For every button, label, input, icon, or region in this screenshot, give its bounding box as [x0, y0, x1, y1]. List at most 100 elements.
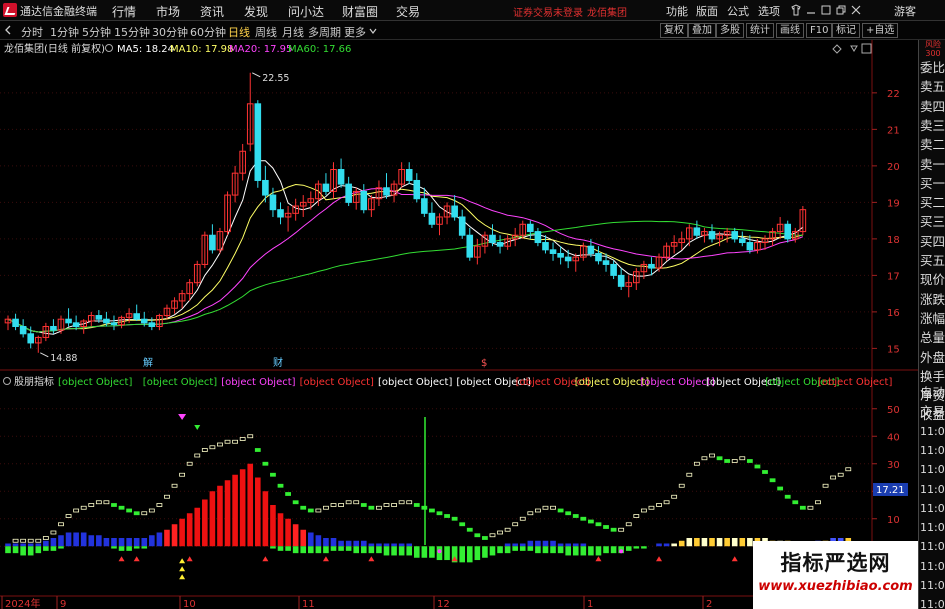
candle[interactable]	[625, 275, 633, 298]
candle[interactable]	[496, 235, 504, 254]
candle[interactable]	[345, 176, 352, 207]
chevron-circle-icon[interactable]	[105, 44, 113, 52]
candle[interactable]	[19, 319, 27, 338]
candle[interactable]	[784, 220, 792, 243]
candle[interactable]	[534, 227, 542, 247]
arrow-left-icon[interactable]	[3, 25, 13, 35]
candle[interactable]	[330, 162, 337, 199]
period-more[interactable]: 更多	[344, 24, 366, 40]
candle[interactable]	[231, 165, 239, 203]
candle[interactable]	[65, 308, 72, 327]
period-timeshare[interactable]: 分时	[21, 24, 43, 40]
candle[interactable]	[466, 227, 474, 261]
candle[interactable]	[337, 158, 345, 188]
candle[interactable]	[216, 227, 224, 254]
candle[interactable]	[292, 198, 299, 221]
menu-wealth-circle[interactable]: 财富圈	[342, 3, 378, 20]
candle[interactable]	[738, 231, 746, 247]
menu-trade[interactable]: 交易	[396, 3, 420, 20]
candle[interactable]	[254, 100, 262, 188]
candle[interactable]	[110, 315, 118, 331]
candle[interactable]	[246, 72, 254, 152]
candle[interactable]	[678, 231, 686, 250]
candle[interactable]	[489, 224, 496, 247]
multi-stock-button[interactable]: 多股	[716, 23, 744, 38]
skin-icon[interactable]	[790, 4, 802, 16]
menu-market[interactable]: 市场	[156, 3, 180, 20]
layout-button[interactable]: 版面	[696, 3, 718, 19]
triangle-down-icon[interactable]	[850, 45, 858, 52]
candle[interactable]	[701, 227, 708, 243]
close-icon[interactable]	[850, 4, 862, 16]
chevron-down-icon[interactable]	[369, 27, 377, 35]
candle[interactable]	[428, 202, 436, 228]
candle[interactable]	[686, 224, 693, 247]
period-30min[interactable]: 30分钟	[152, 24, 188, 40]
candle[interactable]	[34, 335, 42, 353]
candle[interactable]	[436, 213, 443, 236]
options-button[interactable]: 选项	[758, 3, 780, 19]
candle[interactable]	[178, 289, 186, 309]
period-weekly[interactable]: 周线	[255, 24, 277, 40]
login-notice[interactable]: 证券交易未登录	[513, 4, 583, 19]
candle[interactable]	[80, 319, 88, 334]
event-marker-finance[interactable]: 财	[273, 356, 283, 369]
candle[interactable]	[171, 297, 178, 314]
draw-line-button[interactable]: 画线	[776, 23, 804, 38]
menu-news[interactable]: 资讯	[200, 3, 224, 20]
candle[interactable]	[133, 304, 140, 322]
candle[interactable]	[277, 202, 284, 225]
expand-icon[interactable]	[861, 43, 872, 54]
candle[interactable]	[633, 268, 640, 290]
candle[interactable]	[617, 268, 625, 290]
candle[interactable]	[723, 227, 731, 243]
mark-button[interactable]: 标记	[832, 23, 860, 38]
candle[interactable]	[12, 313, 19, 331]
overlay-button[interactable]: 叠加	[688, 23, 716, 38]
period-15min[interactable]: 15分钟	[114, 24, 150, 40]
period-60min[interactable]: 60分钟	[190, 24, 226, 40]
candle[interactable]	[156, 313, 163, 331]
diamond-icon[interactable]	[832, 44, 842, 54]
candle[interactable]	[368, 195, 375, 217]
candle[interactable]	[148, 317, 156, 331]
statistics-button[interactable]: 统计	[746, 23, 774, 38]
period-5min[interactable]: 5分钟	[82, 24, 111, 40]
candle[interactable]	[474, 238, 481, 265]
candle[interactable]	[610, 260, 617, 280]
chevron-circle-icon[interactable]	[3, 377, 11, 385]
candle[interactable]	[4, 315, 12, 331]
candle[interactable]	[239, 143, 246, 181]
candle[interactable]	[284, 206, 292, 232]
formula-button[interactable]: 公式	[727, 3, 749, 19]
candle[interactable]	[383, 173, 390, 199]
minimize-icon[interactable]	[805, 4, 817, 16]
candle[interactable]	[670, 235, 678, 254]
menu-ask-xiaoda[interactable]: 问小达	[288, 3, 324, 20]
adjust-button[interactable]: 复权	[660, 23, 688, 38]
candle[interactable]	[451, 195, 458, 221]
candle[interactable]	[224, 191, 231, 236]
event-marker-dividend[interactable]: $	[481, 358, 487, 369]
candle[interactable]	[322, 173, 330, 196]
menu-discover[interactable]: 发现	[244, 3, 268, 20]
candle[interactable]	[655, 253, 663, 272]
event-marker-unlock[interactable]: 解	[143, 356, 153, 369]
candle[interactable]	[201, 231, 209, 269]
candle[interactable]	[413, 173, 421, 203]
candle[interactable]	[352, 187, 360, 210]
candle[interactable]	[564, 249, 572, 269]
candle[interactable]	[299, 195, 307, 217]
candle[interactable]	[398, 162, 405, 188]
period-multi[interactable]: 多周期	[308, 24, 341, 40]
add-watchlist-button[interactable]: +自选	[862, 23, 899, 38]
period-daily[interactable]: 日线	[228, 24, 250, 40]
f10-button[interactable]: F10	[806, 23, 833, 38]
candle[interactable]	[57, 315, 65, 334]
restore-icon[interactable]	[835, 4, 847, 16]
candle[interactable]	[405, 162, 413, 185]
candle[interactable]	[307, 191, 315, 210]
period-monthly[interactable]: 月线	[282, 24, 304, 40]
period-1min[interactable]: 1分钟	[50, 24, 79, 40]
candle[interactable]	[595, 246, 602, 265]
